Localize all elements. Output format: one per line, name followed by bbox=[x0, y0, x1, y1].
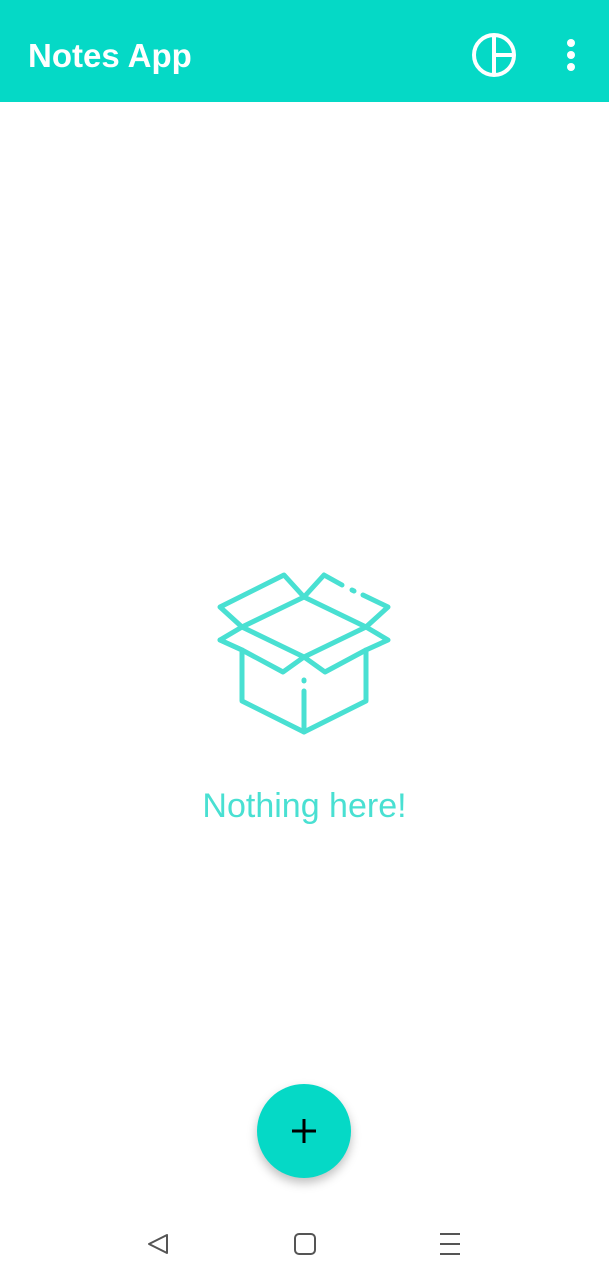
empty-message: Nothing here! bbox=[202, 787, 407, 825]
open-box-icon bbox=[217, 572, 391, 735]
empty-state: Nothing here! bbox=[0, 565, 609, 845]
nav-recents-button[interactable] bbox=[432, 1226, 468, 1262]
home-square-icon bbox=[294, 1233, 316, 1255]
plus-icon bbox=[292, 1119, 316, 1143]
back-triangle-icon bbox=[148, 1234, 168, 1254]
more-vert-icon bbox=[567, 39, 575, 71]
recents-menu-icon bbox=[440, 1233, 460, 1255]
nav-back-button[interactable] bbox=[140, 1226, 176, 1262]
pie-chart-icon bbox=[472, 33, 516, 77]
statistics-button[interactable] bbox=[470, 31, 518, 79]
add-note-button[interactable] bbox=[257, 1084, 351, 1178]
app-bar: Notes App bbox=[0, 0, 609, 102]
app-title: Notes App bbox=[28, 37, 192, 74]
overflow-menu-button[interactable] bbox=[558, 36, 584, 74]
system-navigation-bar bbox=[0, 1206, 609, 1280]
nav-home-button[interactable] bbox=[287, 1226, 323, 1262]
